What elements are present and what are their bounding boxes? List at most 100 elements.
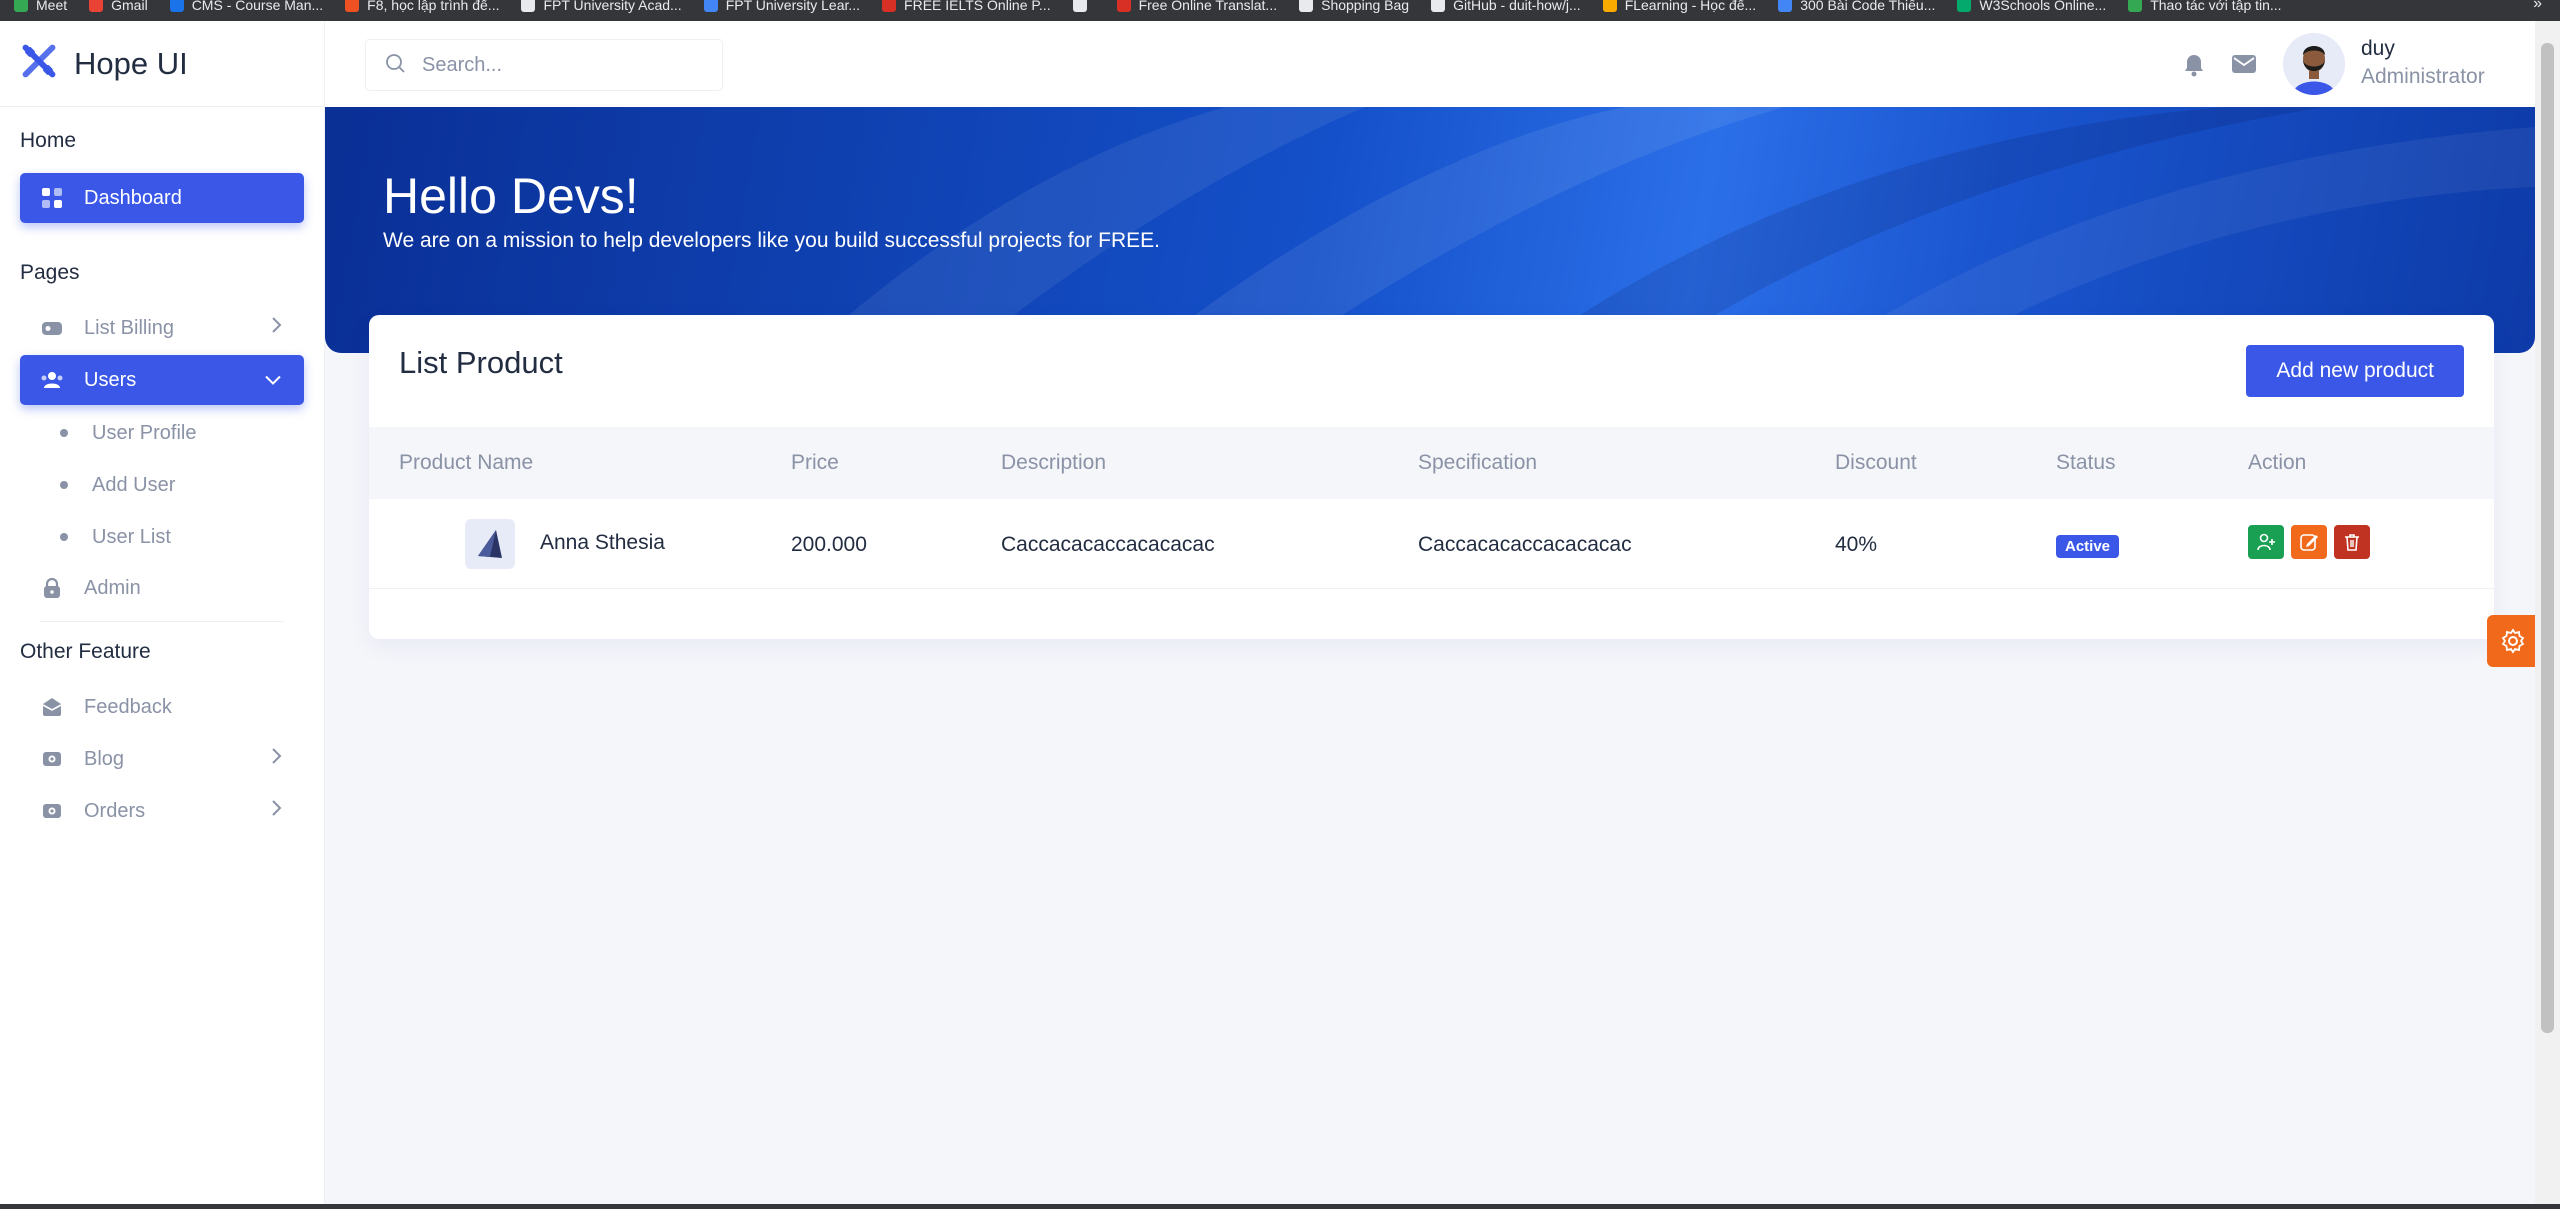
column-header-action: Action bbox=[2248, 451, 2307, 474]
product-price: 200.000 bbox=[791, 533, 867, 556]
sidebar-item-label: List Billing bbox=[84, 316, 175, 339]
section-home: Home bbox=[20, 129, 77, 152]
sidebar-subitem-label: User List bbox=[92, 525, 171, 548]
sidebar-item-label: Orders bbox=[84, 799, 146, 822]
sidebar-item-label: Admin bbox=[84, 576, 141, 599]
billing-icon bbox=[40, 316, 64, 340]
feedback-icon bbox=[40, 695, 64, 719]
bookmark-item[interactable]: W3Schools Online... bbox=[1957, 0, 2106, 12]
bookmark-favicon-icon bbox=[1602, 0, 1617, 12]
bookmark-label: FREE IELTS Online P... bbox=[904, 0, 1051, 13]
column-header-specification[interactable]: Specification bbox=[1418, 451, 1537, 475]
bookmark-item[interactable] bbox=[1072, 0, 1095, 12]
card-title: List Product bbox=[399, 345, 563, 380]
hero-title: Hello Devs! bbox=[383, 168, 639, 224]
bookmark-item[interactable]: 300 Bài Code Thiếu... bbox=[1778, 0, 1935, 12]
product-thumbnail bbox=[465, 519, 515, 569]
bookmark-favicon-icon bbox=[1116, 0, 1131, 12]
bullet-icon bbox=[60, 481, 68, 489]
bookmark-label: GitHub - duit-how/j... bbox=[1453, 0, 1581, 13]
sidebar-item-dashboard[interactable]: Dashboard bbox=[20, 173, 304, 223]
gear-icon bbox=[2501, 628, 2525, 654]
window-bottom-edge bbox=[0, 1204, 2560, 1209]
users-icon bbox=[40, 368, 64, 392]
mail-icon[interactable] bbox=[2231, 53, 2257, 80]
edit-icon bbox=[2300, 534, 2318, 551]
bookmark-item[interactable]: GitHub - duit-how/j... bbox=[1431, 0, 1581, 12]
sidebar-subitem-user-profile[interactable]: User Profile bbox=[0, 407, 324, 459]
bookmark-item[interactable]: FPT University Lear... bbox=[703, 0, 861, 13]
orders-icon bbox=[40, 799, 64, 823]
table-header: Product Name Price Description Specifica… bbox=[369, 427, 2494, 499]
scrollbar-thumb[interactable] bbox=[2541, 43, 2554, 1033]
column-header-product-name[interactable]: Product Name bbox=[399, 451, 533, 475]
sidebar-item-label: Dashboard bbox=[84, 186, 182, 209]
column-header-discount[interactable]: Discount bbox=[1835, 451, 1917, 475]
column-header-status[interactable]: Status bbox=[2056, 451, 2116, 475]
bookmark-favicon-icon bbox=[89, 0, 104, 12]
bookmark-favicon-icon bbox=[169, 0, 184, 12]
settings-button[interactable] bbox=[2487, 615, 2539, 667]
lock-icon bbox=[40, 576, 64, 600]
bookmark-favicon-icon bbox=[1299, 0, 1314, 12]
add-new-product-button[interactable]: Add new product bbox=[2246, 345, 2464, 397]
bookmark-item[interactable]: CMS - Course Man... bbox=[169, 0, 323, 12]
bookmark-item[interactable]: FPT University Acad... bbox=[521, 0, 682, 12]
sidebar-item-blog[interactable]: Blog bbox=[20, 734, 304, 784]
search-input[interactable] bbox=[422, 53, 702, 77]
hope-ui-logo-icon bbox=[20, 42, 58, 85]
bullet-icon bbox=[60, 429, 68, 437]
bookmark-label: Free Online Translat... bbox=[1138, 0, 1278, 13]
chevron-right-icon bbox=[270, 316, 282, 340]
dashboard-icon bbox=[40, 186, 64, 210]
bookmark-item[interactable]: Shopping Bag bbox=[1299, 0, 1409, 12]
page-scrollbar[interactable] bbox=[2535, 21, 2560, 1205]
chevron-right-icon bbox=[270, 747, 282, 771]
sidebar-item-label: Blog bbox=[84, 747, 125, 770]
sidebar-subitem-add-user[interactable]: Add User bbox=[0, 459, 324, 511]
sidebar-item-list-billing[interactable]: List Billing bbox=[20, 303, 304, 353]
sidebar-item-feedback[interactable]: Feedback bbox=[20, 682, 304, 732]
chevron-down-icon bbox=[264, 369, 282, 392]
delete-action-button[interactable] bbox=[2334, 525, 2370, 559]
sidebar-item-admin[interactable]: Admin bbox=[20, 563, 304, 613]
bookmark-item[interactable]: Meet bbox=[14, 0, 67, 12]
sidebar: Hope UI Home Dashboard Pages List Billin… bbox=[0, 21, 325, 1205]
top-header: duy Administrator bbox=[325, 21, 2535, 107]
column-header-description[interactable]: Description bbox=[1001, 451, 1106, 475]
product-list-card: List Product Add new product Product Nam… bbox=[369, 315, 2494, 639]
brand[interactable]: Hope UI bbox=[0, 21, 324, 107]
product-discount: 40% bbox=[1835, 533, 1878, 556]
sidebar-item-users[interactable]: Users bbox=[20, 355, 304, 405]
product-description: Caccacacaccacacacac bbox=[1001, 533, 1215, 556]
sidebar-item-label: Users bbox=[84, 368, 137, 391]
add-user-action-button[interactable] bbox=[2248, 525, 2284, 559]
table-row: Anna Sthesia 200.000 Caccacacaccacacacac… bbox=[369, 499, 2494, 589]
bookmark-item[interactable]: F8, học lập trình để... bbox=[345, 0, 499, 12]
product-name[interactable]: Anna Sthesia bbox=[540, 531, 665, 555]
bookmark-item[interactable]: FREE IELTS Online P... bbox=[882, 0, 1051, 12]
bell-icon[interactable] bbox=[2183, 53, 2205, 82]
avatar[interactable] bbox=[2283, 33, 2345, 95]
user-role: Administrator bbox=[2361, 65, 2485, 88]
sidebar-item-orders[interactable]: Orders bbox=[20, 786, 304, 836]
search-box[interactable] bbox=[365, 39, 723, 91]
bookmark-label: FPT University Lear... bbox=[725, 0, 861, 13]
brand-name: Hope UI bbox=[74, 45, 188, 81]
bookmark-favicon-icon bbox=[1778, 0, 1793, 12]
bookmark-favicon-icon bbox=[1431, 0, 1446, 12]
column-header-price[interactable]: Price bbox=[791, 451, 839, 475]
bookmark-item[interactable]: FLearning - Học để... bbox=[1602, 0, 1756, 12]
bookmark-favicon-icon bbox=[2128, 0, 2143, 12]
bookmark-label: 300 Bài Code Thiếu... bbox=[1800, 0, 1936, 13]
bookmark-item[interactable]: Gmail bbox=[89, 0, 148, 12]
status-badge: Active bbox=[2056, 535, 2120, 558]
bookmarks-more-button[interactable]: » bbox=[2533, 0, 2542, 13]
bookmark-item[interactable]: Thao tác với tập tin... bbox=[2128, 0, 2282, 12]
bookmark-item[interactable]: Free Online Translat... bbox=[1116, 0, 1278, 13]
hero-subtitle: We are on a mission to help developers l… bbox=[383, 229, 1160, 252]
sidebar-subitem-user-list[interactable]: User List bbox=[0, 511, 324, 563]
bookmark-favicon-icon bbox=[1072, 0, 1087, 12]
bookmark-favicon-icon bbox=[521, 0, 536, 12]
edit-action-button[interactable] bbox=[2291, 525, 2327, 559]
